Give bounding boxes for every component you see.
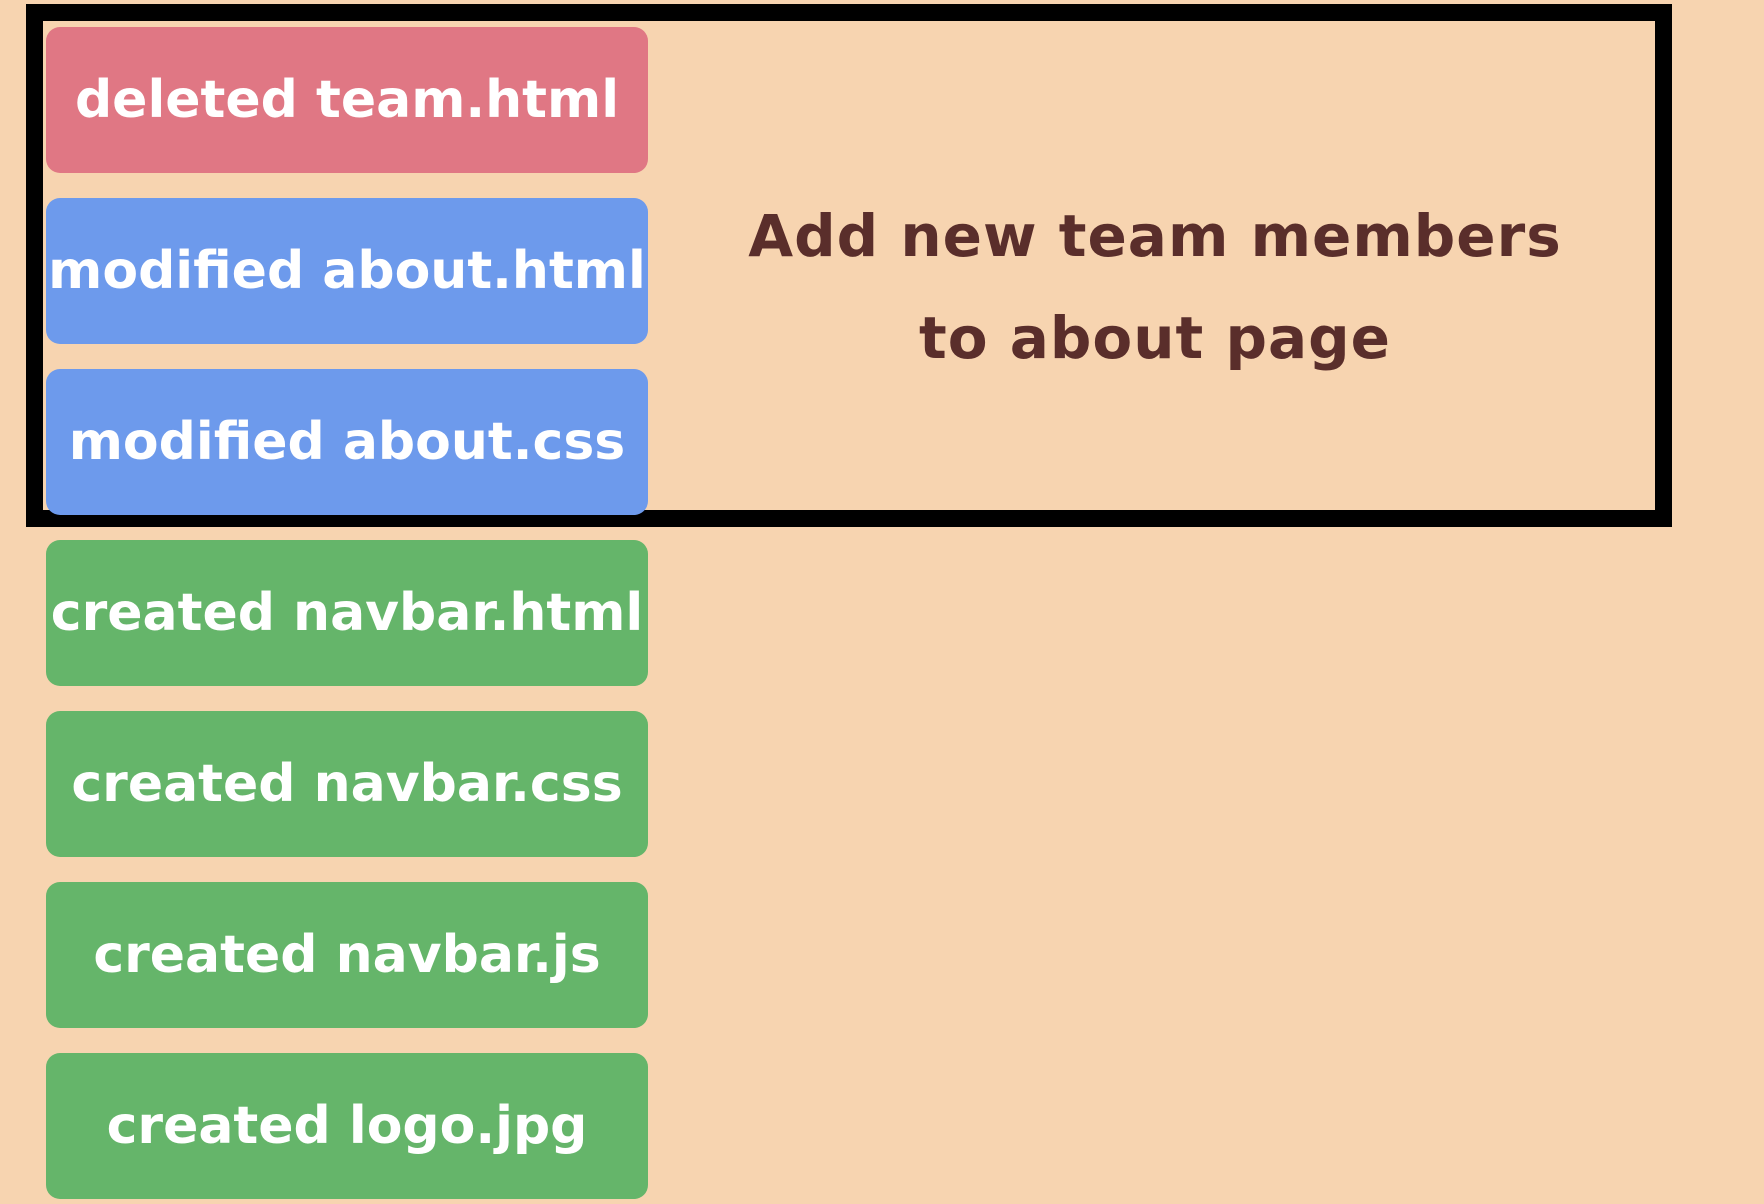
change-created-navbar-html: created navbar.html xyxy=(46,540,648,686)
change-modified-about-css: modified about.css xyxy=(46,369,648,515)
change-created-logo-jpg: created logo.jpg xyxy=(46,1053,648,1199)
change-created-navbar-css: created navbar.css xyxy=(46,711,648,857)
commit-message: Add new team members to about page xyxy=(700,185,1610,389)
change-modified-about-html: modified about.html xyxy=(46,198,648,344)
change-deleted-team-html: deleted team.html xyxy=(46,27,648,173)
commit-message-line-1: Add new team members xyxy=(748,202,1562,270)
change-created-navbar-js: created navbar.js xyxy=(46,882,648,1028)
commit-message-line-2: to about page xyxy=(919,304,1391,372)
